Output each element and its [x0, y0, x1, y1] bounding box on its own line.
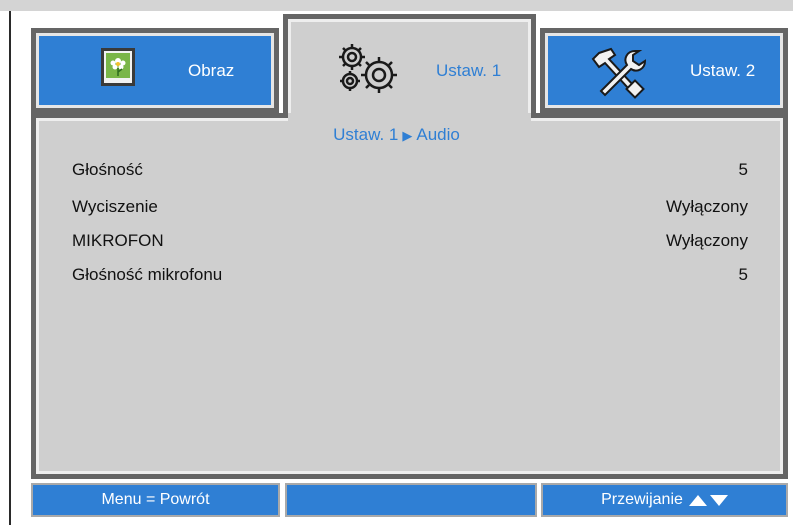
hint-label: Przewijanie [601, 491, 683, 508]
menu-return-hint: Menu = Powrót [31, 483, 280, 517]
menu-item-value: 5 [738, 265, 748, 284]
panel-highlight [36, 118, 288, 121]
top-border [0, 0, 793, 11]
triangle-up-icon [688, 494, 707, 506]
left-border [9, 11, 11, 525]
menu-item-mikrofon[interactable]: MIKROFON Wyłączony [72, 231, 748, 253]
menu-item-label: MIKROFON [72, 231, 164, 250]
tab-ustaw1[interactable]: Ustaw. 1 [283, 14, 536, 118]
bottom-bar-middle [285, 483, 537, 517]
menu-item-label: Głośność mikrofonu [72, 265, 223, 284]
gears-icon [332, 39, 406, 100]
breadcrumb: Ustaw. 1 ▶ Audio [0, 125, 793, 145]
menu-item-glosnosc[interactable]: Głośność 5 [72, 160, 748, 182]
menu-item-value: Wyłączony [665, 197, 748, 216]
menu-item-wyciszenie[interactable]: Wyciszenie Wyłączony [72, 197, 748, 219]
tab-label: Ustaw. 2 [690, 61, 756, 80]
menu-item-label: Głośność [72, 160, 143, 179]
breadcrumb-parent: Ustaw. 1 [333, 125, 399, 144]
picture-icon [100, 47, 136, 92]
triangle-right-icon: ▶ [402, 128, 413, 143]
triangle-down-icon [709, 494, 728, 506]
tools-icon [589, 45, 649, 106]
menu-item-value: 5 [738, 160, 748, 179]
menu-item-glosnosc-mikrofonu[interactable]: Głośność mikrofonu 5 [72, 265, 748, 287]
scroll-hint: Przewijanie [541, 483, 788, 517]
breadcrumb-current: Audio [416, 125, 460, 144]
tab-obraz[interactable]: Obraz [31, 28, 279, 113]
menu-item-label: Wyciszenie [72, 197, 158, 216]
tab-ustaw2[interactable]: Ustaw. 2 [540, 28, 788, 113]
menu-item-value: Wyłączony [665, 231, 748, 250]
tab-label: Ustaw. 1 [436, 61, 502, 80]
tab-label: Obraz [188, 61, 235, 80]
panel-highlight [531, 118, 783, 121]
hint-label: Menu = Powrót [101, 491, 210, 508]
